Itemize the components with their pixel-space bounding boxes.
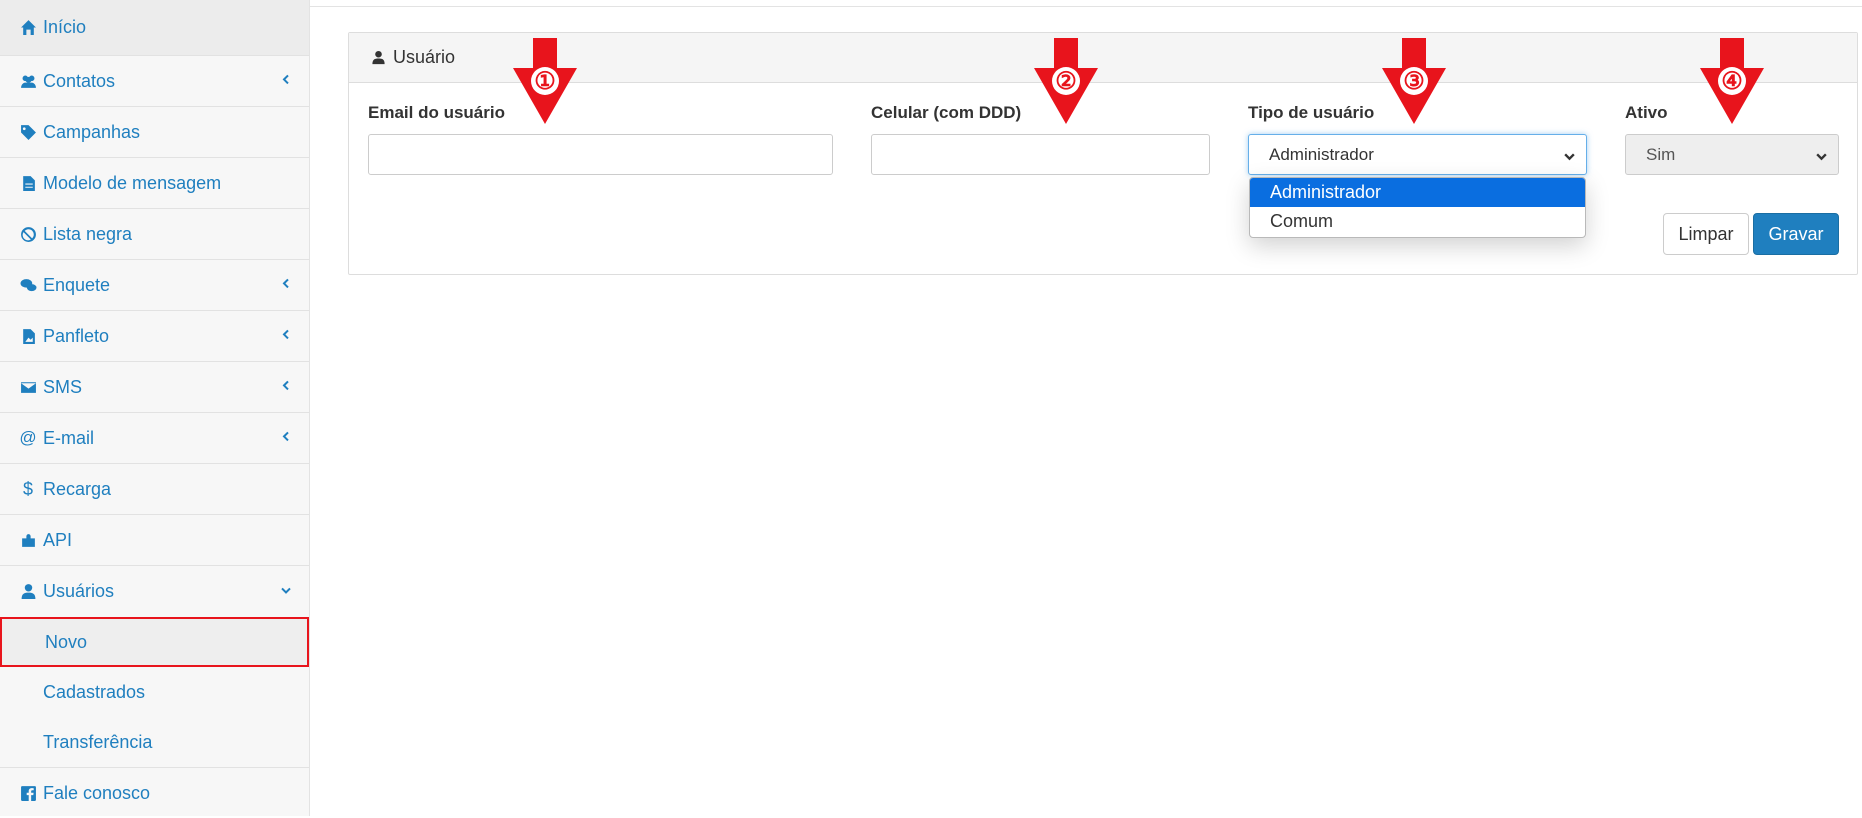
sidebar-item-label: API	[43, 529, 73, 550]
sidebar-item-fale-conosco[interactable]: Fale conosco	[0, 767, 309, 818]
celular-field[interactable]	[871, 134, 1210, 175]
envelope-icon	[19, 378, 37, 396]
sidebar: Início Contatos Campanhas Modelo de mens…	[0, 0, 310, 816]
sidebar-item-enquete[interactable]: Enquete	[0, 260, 309, 311]
sidebar-item-recarga[interactable]: $ Recarga	[0, 464, 309, 515]
sidebar-item-label: Campanhas	[43, 121, 141, 142]
top-divider	[310, 6, 1862, 7]
sidebar-item-lista-negra[interactable]: Lista negra	[0, 209, 309, 260]
tipo-usuario-value: Administrador	[1269, 144, 1374, 164]
chevron-down-icon	[1815, 148, 1828, 168]
users-icon	[19, 72, 37, 90]
chevron-left-icon	[281, 425, 291, 446]
annotation-arrow-3: ③	[1382, 38, 1446, 124]
sidebar-item-label: Contatos	[43, 70, 116, 91]
tipo-usuario-select[interactable]: Administrador	[1248, 134, 1587, 175]
dollar-icon: $	[22, 478, 33, 499]
chevron-left-icon	[281, 323, 291, 344]
limpar-button[interactable]: Limpar	[1663, 213, 1749, 255]
sidebar-item-label: Fale conosco	[43, 782, 151, 803]
sidebar-item-label: Enquete	[43, 274, 111, 295]
puzzle-icon	[19, 531, 37, 549]
sidebar-item-label: SMS	[43, 376, 83, 397]
sidebar-subitem-label: Novo	[45, 631, 88, 652]
ativo-label: Ativo	[1625, 103, 1668, 122]
option-comum[interactable]: Comum	[1250, 207, 1585, 236]
sidebar-item-usuarios[interactable]: Usuários	[0, 566, 309, 617]
option-administrador[interactable]: Administrador	[1250, 178, 1585, 207]
ban-icon	[19, 225, 37, 243]
annotation-arrow-2: ②	[1034, 38, 1098, 124]
annotation-number-1: ①	[534, 68, 556, 95]
sidebar-item-label: Panfleto	[43, 325, 110, 346]
comments-icon	[19, 276, 37, 294]
sidebar-subitem-label: Cadastrados	[43, 681, 146, 702]
tipo-usuario-label: Tipo de usuário	[1248, 103, 1375, 122]
sidebar-item-api[interactable]: API	[0, 515, 309, 566]
chevron-down-icon	[1563, 148, 1576, 168]
tag-icon	[19, 123, 37, 141]
user-icon	[372, 50, 385, 65]
annotation-number-4: ④	[1721, 68, 1743, 95]
sidebar-item-label: Modelo de mensagem	[43, 172, 222, 193]
chevron-left-icon	[281, 272, 291, 293]
sidebar-subitem-novo[interactable]: Novo	[0, 617, 309, 667]
sidebar-item-campanhas[interactable]: Campanhas	[0, 107, 309, 158]
image-file-icon	[19, 327, 37, 345]
home-icon	[19, 19, 37, 37]
sidebar-item-sms[interactable]: SMS	[0, 362, 309, 413]
sidebar-subitem-cadastrados[interactable]: Cadastrados	[0, 667, 309, 717]
chevron-left-icon	[281, 374, 291, 395]
ativo-select[interactable]: Sim	[1625, 134, 1839, 175]
user-icon	[19, 583, 37, 601]
chevron-down-icon	[281, 579, 291, 600]
sidebar-item-label: E-mail	[43, 427, 95, 448]
sidebar-subitem-transferencia[interactable]: Transferência	[0, 717, 309, 767]
gravar-button[interactable]: Gravar	[1753, 213, 1839, 255]
tipo-usuario-dropdown: Administrador Comum	[1249, 177, 1586, 238]
celular-label: Celular (com DDD)	[871, 103, 1022, 122]
sidebar-item-contatos[interactable]: Contatos	[0, 56, 309, 107]
sidebar-item-label: Recarga	[43, 478, 112, 499]
facebook-icon	[19, 784, 37, 802]
chevron-left-icon	[281, 68, 291, 89]
sidebar-item-modelo-mensagem[interactable]: Modelo de mensagem	[0, 158, 309, 209]
ativo-value: Sim	[1646, 144, 1676, 164]
annotation-arrow-1: ①	[513, 38, 577, 124]
email-label: Email do usuário	[368, 103, 505, 122]
annotation-number-2: ②	[1055, 68, 1077, 95]
sidebar-item-label: Lista negra	[43, 223, 133, 244]
annotation-number-3: ③	[1403, 68, 1425, 95]
sidebar-item-panfleto[interactable]: Panfleto	[0, 311, 309, 362]
file-icon	[19, 174, 37, 192]
sidebar-subitem-label: Transferência	[43, 731, 153, 752]
sidebar-item-label: Usuários	[43, 581, 115, 601]
panel-title: Usuário	[393, 47, 456, 67]
at-icon: @	[19, 428, 37, 447]
annotation-arrow-4: ④	[1700, 38, 1764, 124]
sidebar-item-email[interactable]: @ E-mail	[0, 413, 309, 464]
sidebar-item-inicio[interactable]: Início	[0, 0, 309, 56]
sidebar-item-label: Início	[43, 17, 87, 37]
email-field[interactable]	[368, 134, 833, 175]
